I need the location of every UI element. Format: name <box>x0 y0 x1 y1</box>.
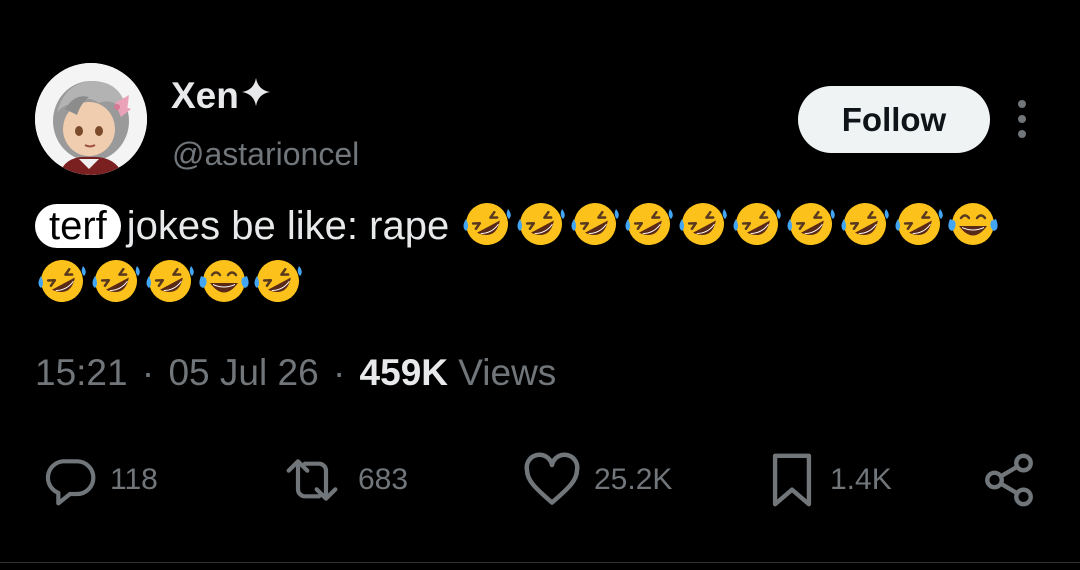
avatar[interactable] <box>35 63 147 175</box>
repost-icon <box>278 452 346 508</box>
meta-separator: · <box>141 352 155 393</box>
rolling-on-floor-laughing-emoji <box>143 256 197 306</box>
bottom-divider <box>0 562 1080 563</box>
repost-count: 683 <box>358 463 409 496</box>
follow-button[interactable]: Follow <box>798 86 990 153</box>
rolling-on-floor-laughing-emoji <box>568 199 622 249</box>
share-button[interactable] <box>980 452 1038 508</box>
rolling-on-floor-laughing-emoji <box>89 256 143 306</box>
face-with-tears-of-joy-emoji <box>197 256 251 306</box>
tweet-text: terf jokes be like: rape <box>35 198 1045 312</box>
like-button[interactable]: 25.2K <box>522 452 672 508</box>
display-name[interactable]: Xen <box>171 74 271 118</box>
highlighted-word: terf <box>35 204 121 248</box>
rolling-on-floor-laughing-emoji <box>514 199 568 249</box>
rolling-on-floor-laughing-emoji <box>730 199 784 249</box>
share-icon <box>980 451 1038 509</box>
more-vertical-icon[interactable] <box>1012 98 1032 142</box>
reply-count: 118 <box>110 463 158 496</box>
rolling-on-floor-laughing-emoji <box>676 199 730 249</box>
tweet-date[interactable]: 05 Jul 26 <box>168 352 318 393</box>
user-handle[interactable]: @astarioncel <box>172 134 359 174</box>
like-count: 25.2K <box>594 463 673 496</box>
rolling-on-floor-laughing-emoji <box>622 199 676 249</box>
tweet-time[interactable]: 15:21 <box>35 352 128 393</box>
bookmark-count: 1.4K <box>830 463 892 496</box>
meta-separator: · <box>332 352 346 393</box>
face-with-tears-of-joy-emoji <box>946 199 1000 249</box>
rolling-on-floor-laughing-emoji <box>251 256 305 306</box>
repost-button[interactable]: 683 <box>278 452 408 508</box>
tweet-meta: 15:21 · 05 Jul 26 · 459K Views <box>35 350 556 396</box>
bookmark-icon <box>766 451 818 509</box>
reply-icon <box>42 452 98 508</box>
display-name-text: Xen <box>171 75 239 116</box>
rolling-on-floor-laughing-emoji <box>892 199 946 249</box>
rolling-on-floor-laughing-emoji <box>35 256 89 306</box>
rolling-on-floor-laughing-emoji <box>784 199 838 249</box>
reply-button[interactable]: 118 <box>42 452 158 508</box>
sparkle-icon <box>241 73 271 117</box>
views-count: 459K <box>359 352 448 393</box>
bookmark-button[interactable]: 1.4K <box>766 452 892 508</box>
heart-icon <box>522 452 582 508</box>
rolling-on-floor-laughing-emoji <box>460 199 514 249</box>
tweet-body: jokes be like: rape <box>126 204 450 248</box>
views-label: Views <box>458 352 557 393</box>
rolling-on-floor-laughing-emoji <box>838 199 892 249</box>
